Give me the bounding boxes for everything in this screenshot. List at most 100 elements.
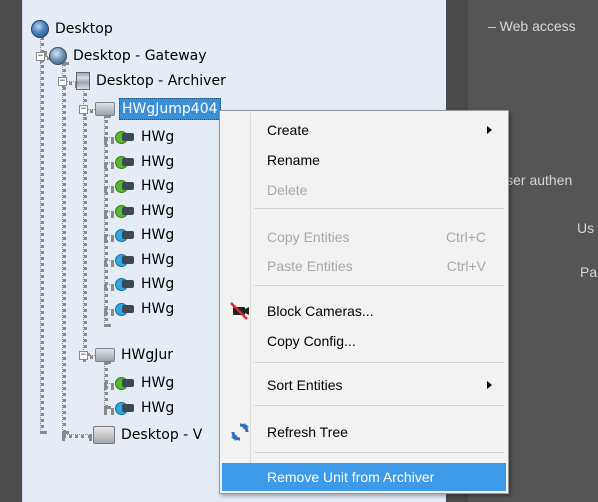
menu-label: Copy Entities [267, 229, 350, 245]
tree-line [40, 54, 44, 434]
block-camera-icon [230, 301, 250, 321]
menu-label: Rename [267, 152, 320, 168]
tree-node-label: Desktop [55, 21, 113, 37]
camera-icon [115, 276, 135, 292]
tree-line [104, 308, 114, 313]
unit-icon [95, 102, 115, 116]
camera-icon [115, 227, 135, 243]
menu-paste-entities[interactable]: Paste Entities Ctrl+V [222, 253, 506, 279]
tree-node-camera[interactable]: HWg [104, 200, 176, 222]
tree-node-camera[interactable]: HWg [104, 151, 176, 173]
tree-node-unit[interactable]: HWgJur [95, 344, 175, 366]
collapse-toggle[interactable]: − [58, 77, 67, 86]
gateway-icon [49, 47, 67, 65]
menu-separator [254, 208, 504, 209]
menu-separator [254, 285, 504, 286]
tree-node-label: HWg [141, 399, 175, 416]
section-web-access: – Web access [488, 18, 576, 34]
tree-node-archiver[interactable]: Desktop - Archiver [76, 70, 228, 92]
camera-icon [115, 301, 135, 317]
menu-separator [254, 362, 504, 363]
tree-node-label: Desktop - V [121, 427, 203, 443]
tree-node-desktop[interactable]: Desktop [31, 18, 115, 40]
tree-line [104, 235, 114, 239]
collapse-toggle[interactable]: − [36, 52, 45, 61]
unit-icon [95, 348, 115, 362]
shortcut-text: Ctrl+V [446, 258, 486, 274]
tree-line [104, 137, 114, 141]
username-label: Us [577, 220, 595, 236]
archiver-icon [76, 72, 90, 90]
menu-separator [254, 405, 504, 406]
menu-create[interactable]: Create [222, 117, 506, 143]
tree-node-label: HWgJump404 [119, 98, 221, 120]
camera-icon [115, 375, 135, 391]
tree-line [104, 284, 114, 288]
tree-node-camera[interactable]: HWg [104, 175, 176, 197]
menu-label: Block Cameras... [267, 303, 374, 319]
menu-label: Paste Entities [267, 258, 353, 274]
tree-line [104, 210, 114, 215]
tree-line [104, 161, 114, 166]
tree-node-camera[interactable]: HWg [104, 273, 176, 295]
camera-icon [115, 154, 135, 170]
tree-node-label: HWg [141, 276, 175, 292]
tree-node-gateway[interactable]: Desktop - Gateway [49, 45, 209, 67]
password-label: Pa [580, 264, 598, 280]
camera-icon [115, 178, 135, 194]
tree-line [104, 186, 114, 190]
collapse-toggle[interactable]: − [79, 105, 88, 114]
collapse-toggle[interactable]: − [79, 351, 88, 360]
tree-node-label: HWg [141, 178, 175, 194]
refresh-icon [230, 422, 250, 442]
tree-line [104, 407, 114, 412]
menu-block-cameras[interactable]: Block Cameras... [222, 298, 506, 324]
tree-node-label: HWg [141, 227, 175, 243]
tree-node-camera[interactable]: HWg [104, 397, 176, 419]
tree-node-camera[interactable]: HWg [104, 249, 176, 271]
menu-refresh-tree[interactable]: Refresh Tree [222, 419, 506, 445]
camera-icon [115, 252, 135, 268]
menu-copy-config[interactable]: Copy Config... [222, 328, 506, 354]
tree-node-label: HWg [141, 202, 175, 219]
tree-node-camera[interactable]: HWg [104, 298, 176, 320]
tree-node-unit[interactable]: HWgJump404 [95, 98, 221, 120]
tree-node-label: Desktop - Gateway [73, 48, 207, 64]
camera-icon [115, 129, 135, 145]
tree-node-label: HWg [141, 375, 175, 391]
menu-remove-unit[interactable]: Remove Unit from Archiver [222, 463, 506, 491]
camera-icon [115, 203, 135, 219]
tree-line [104, 259, 114, 264]
menu-separator [254, 452, 504, 453]
tree-line [62, 434, 92, 438]
tree-line [62, 62, 66, 434]
tree-line [83, 86, 87, 356]
menu-delete[interactable]: Delete [222, 177, 506, 203]
submenu-arrow-icon [487, 126, 492, 134]
menu-label: Remove Unit from Archiver [267, 469, 435, 485]
menu-rename[interactable]: Rename [222, 147, 506, 173]
context-menu[interactable]: Create Rename Delete Copy Entities Ctrl+… [219, 110, 509, 494]
tree-line [104, 383, 114, 387]
tree-node-label: Desktop - Archiver [96, 73, 226, 89]
tree-node-camera[interactable]: HWg [104, 372, 176, 394]
menu-label: Create [267, 122, 310, 138]
submenu-arrow-icon [487, 381, 492, 389]
menu-label: Copy Config... [267, 333, 356, 349]
menu-sort-entities[interactable]: Sort Entities [222, 372, 506, 398]
tree-node-label: HWg [141, 251, 175, 268]
tree-node-label: HWgJur [121, 347, 174, 363]
camera-icon [115, 400, 135, 416]
tree-node-camera[interactable]: HWg [104, 224, 176, 246]
video-unit-icon [93, 426, 115, 444]
menu-label: Sort Entities [267, 377, 343, 393]
tree-node-camera[interactable]: HWg [104, 126, 176, 148]
tree-node-video[interactable]: Desktop - V [93, 424, 204, 446]
menu-label: Delete [267, 182, 308, 198]
shortcut-text: Ctrl+C [445, 229, 486, 245]
menu-label: Refresh Tree [267, 424, 348, 440]
tree-node-label: HWg [141, 300, 175, 317]
tree-node-label: HWg [141, 153, 175, 170]
menu-copy-entities[interactable]: Copy Entities Ctrl+C [222, 224, 506, 250]
desktop-icon [31, 20, 49, 38]
